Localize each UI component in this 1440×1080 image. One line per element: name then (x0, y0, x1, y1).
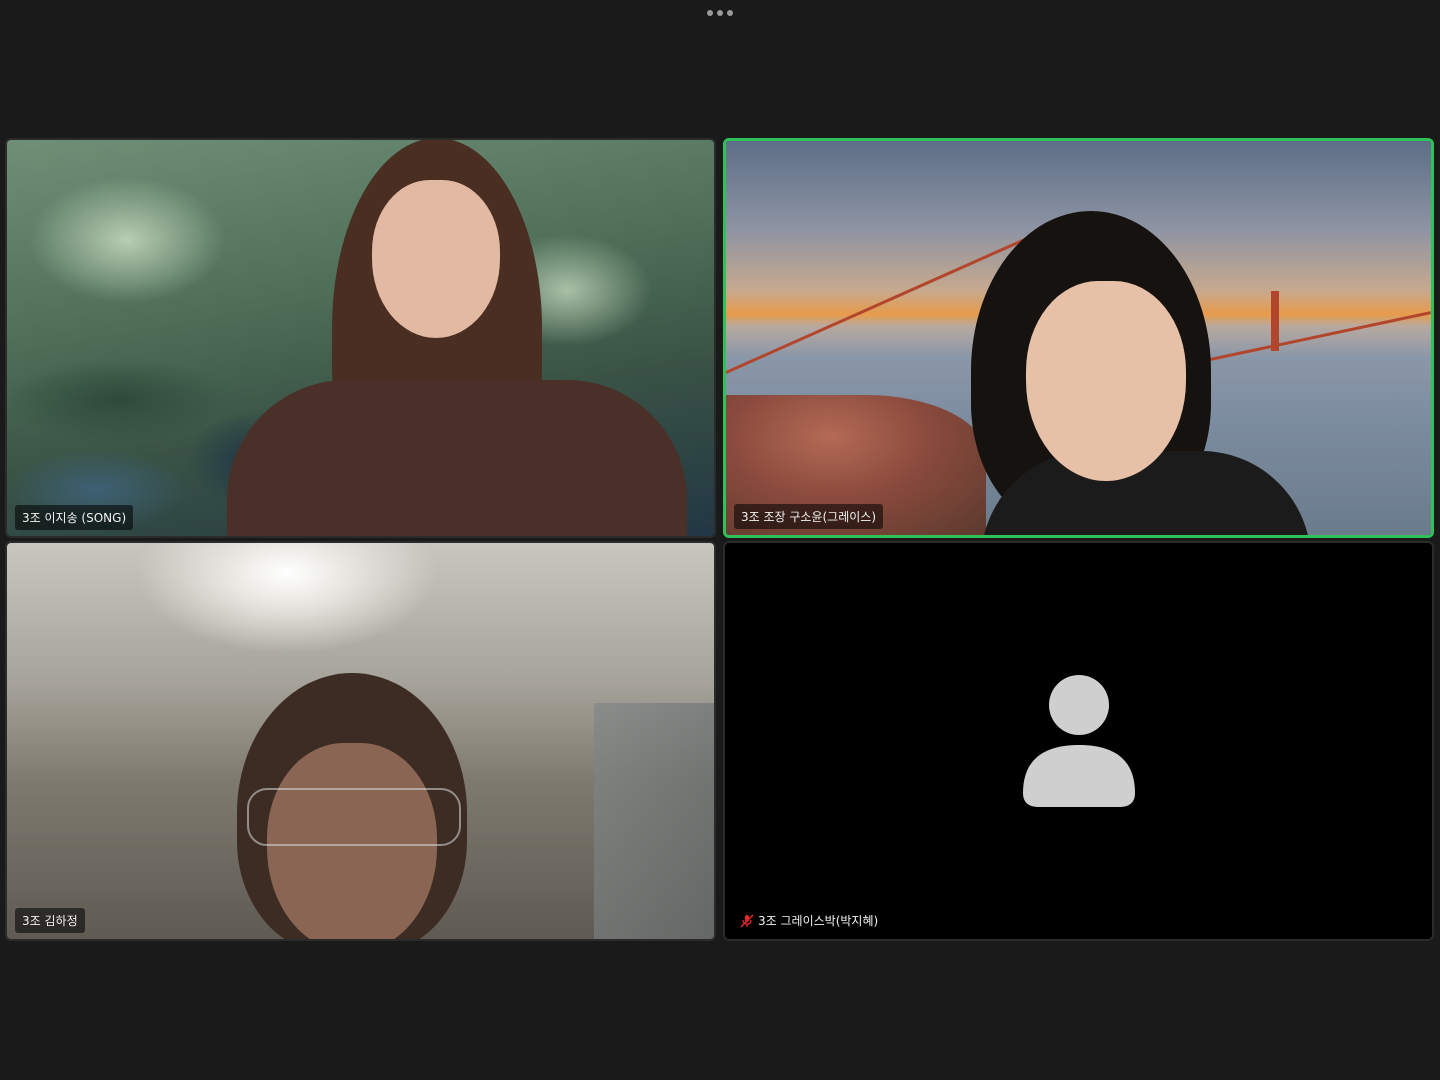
participant-name-label: 3조 김하정 (15, 908, 85, 933)
more-horizontal-icon (707, 10, 713, 16)
user-avatar-icon (1022, 675, 1135, 807)
video-tile-participant-2[interactable]: 3조 조장 구소윤(그레이스) (723, 138, 1434, 538)
participant-figure (941, 211, 1321, 535)
participant-name-label: 3조 조장 구소윤(그레이스) (734, 504, 884, 529)
video-tile-participant-4[interactable]: 3조 그레이스박(박지혜) (723, 541, 1434, 941)
video-tile-participant-1[interactable]: 3조 이지송 (SONG) (5, 138, 716, 538)
participant-figure (217, 673, 497, 939)
more-options-button[interactable] (700, 4, 740, 22)
participant-video (7, 543, 714, 939)
participant-figure (227, 140, 707, 536)
video-tile-participant-3[interactable]: 3조 김하정 (5, 541, 716, 941)
participant-video (726, 141, 1431, 535)
microphone-muted-icon (740, 913, 754, 928)
participant-name-label: 3조 그레이스박(박지혜) (733, 908, 886, 933)
participant-video (7, 140, 714, 536)
participant-name-label: 3조 이지송 (SONG) (15, 505, 134, 530)
